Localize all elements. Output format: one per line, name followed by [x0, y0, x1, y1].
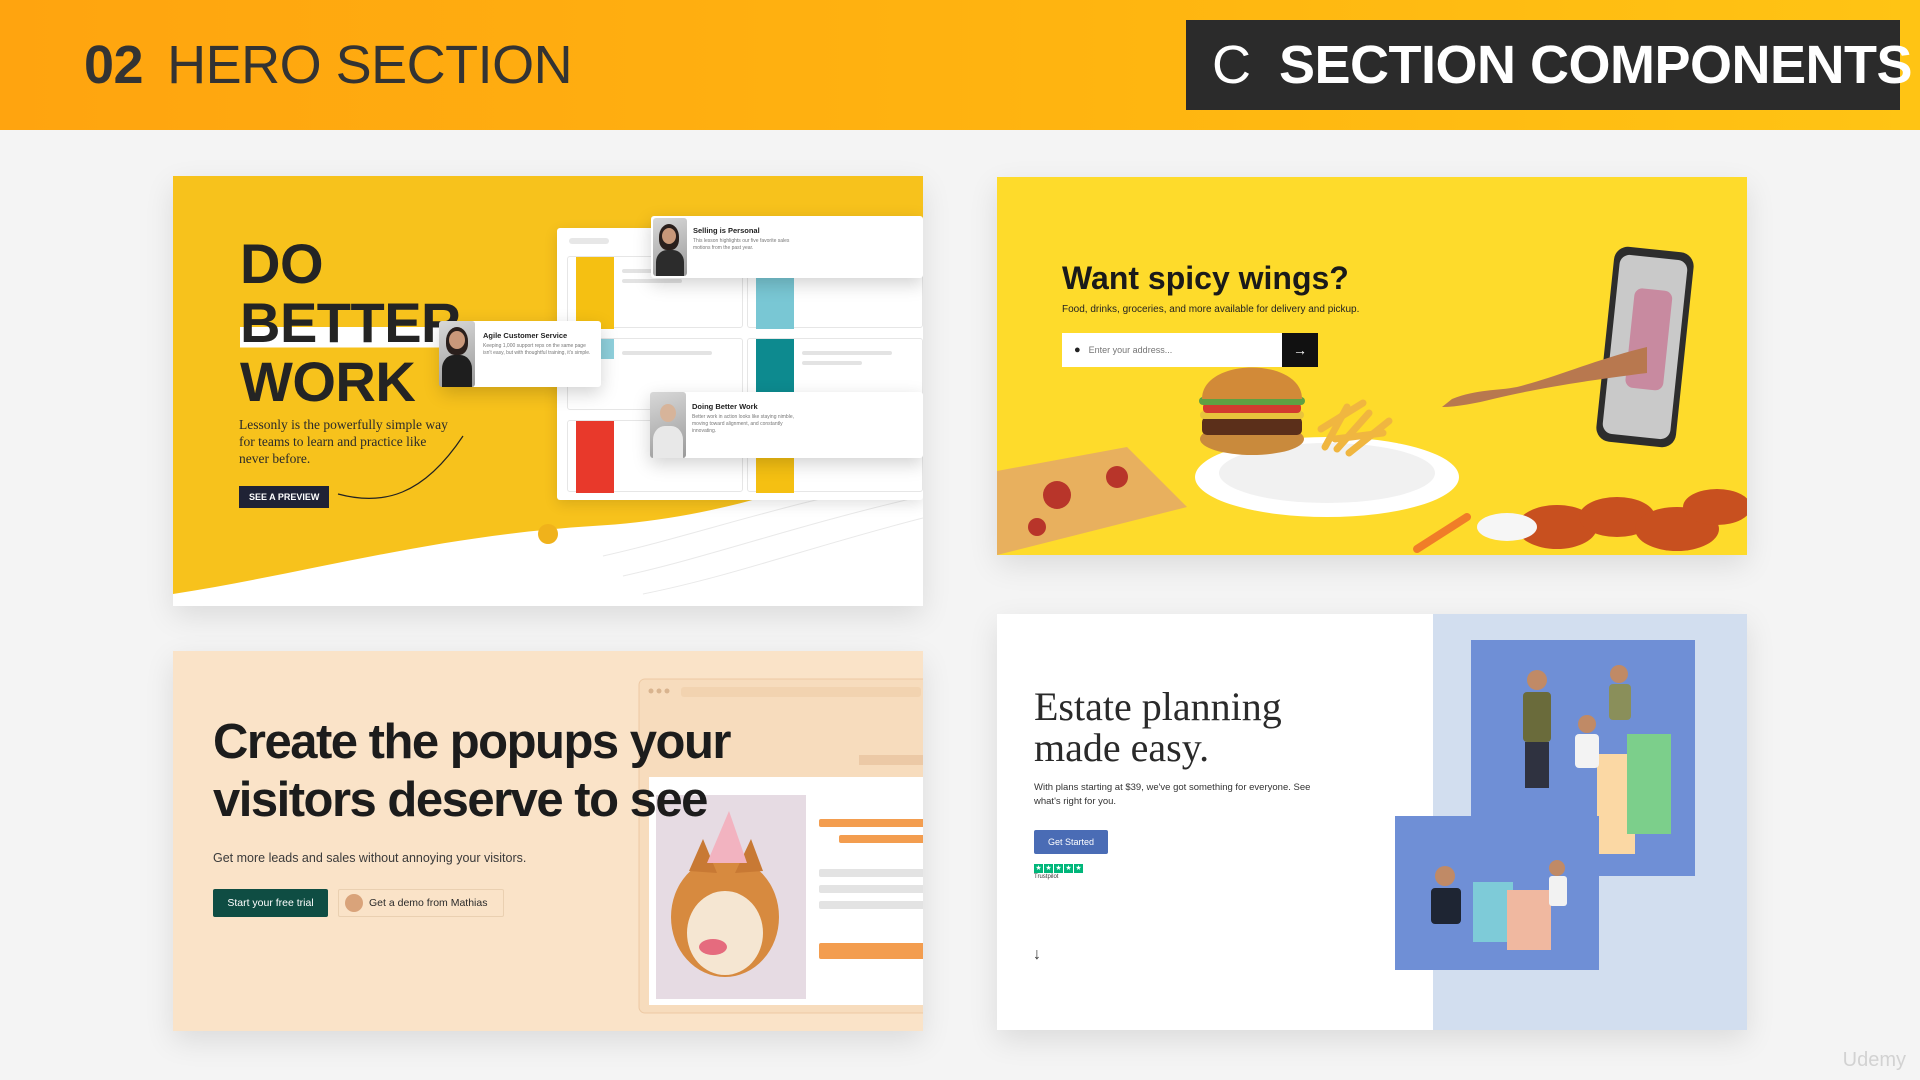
section-components-badge: C SECTION COMPONENTS — [1186, 20, 1913, 110]
see-preview-button[interactable]: SEE A PREVIEW — [239, 486, 330, 508]
hero-example-lessonly: DO BETTER WORK Lessonly is the powerfull… — [173, 176, 923, 606]
section-title: 02 HERO SECTION — [84, 34, 573, 96]
star-icon: ★ — [1064, 864, 1073, 873]
address-submit-button[interactable]: → — [1282, 333, 1318, 367]
headline-line-2: visitors deserve to see — [213, 773, 708, 827]
hero-example-estate-planning: Estate planning made easy. With plans st… — [997, 614, 1747, 1030]
location-pin-icon: ● — [1074, 344, 1081, 356]
check-icon — [538, 524, 558, 544]
burger-graphic — [1199, 367, 1305, 455]
header-bar: 02 HERO SECTION C SECTION COMPONENTS — [0, 0, 1920, 130]
hero-title: Want spicy wings? — [1062, 260, 1349, 296]
person-photo — [650, 392, 686, 458]
person-photo — [439, 321, 475, 387]
udemy-watermark: Udemy — [1842, 1049, 1906, 1071]
headline-line-1: Estate planning — [1034, 684, 1282, 729]
start-free-trial-button[interactable]: Start your free trial — [213, 889, 328, 917]
popup-text: This lesson highlights our five favorite… — [693, 238, 790, 251]
headline: Estate planning made easy. — [1034, 686, 1282, 768]
address-input[interactable] — [1088, 345, 1249, 355]
badge-text: SECTION COMPONENTS — [1279, 35, 1913, 95]
phone-graphic — [1596, 246, 1694, 448]
pizza-graphic — [997, 447, 1187, 555]
popup-title: Agile Customer Service — [483, 331, 568, 340]
popup-title: Selling is Personal — [693, 226, 760, 235]
lesson-popup-selling: Selling is Personal This lesson highligh… — [651, 216, 923, 278]
headline-line-3: WORK — [240, 350, 416, 413]
section-number: 02 — [84, 35, 144, 95]
lesson-popup-doing: Doing Better Work Better work in action … — [650, 392, 923, 458]
badge-letter: C — [1212, 35, 1251, 95]
hero-subtext: Lessonly is the powerfully simple way fo… — [239, 417, 448, 466]
arrow-down-icon[interactable]: ↓ — [1033, 946, 1041, 964]
popup-text: Better work in action looks like staying… — [692, 414, 794, 434]
star-icon: ★ — [1034, 864, 1043, 873]
arrow-right-icon: → — [1293, 342, 1307, 358]
headline-line-2: made easy. — [1034, 725, 1210, 770]
star-icon: ★ — [1044, 864, 1053, 873]
get-demo-label: Get a demo from Mathias — [369, 897, 488, 909]
headline-line-2: BETTER — [240, 291, 462, 354]
lesson-popup-agile: Agile Customer Service Keeping 1,000 sup… — [439, 321, 601, 387]
board-toolbar — [569, 238, 609, 244]
hero-example-doordash: Want spicy wings? Food, drinks, grocerie… — [997, 177, 1747, 555]
get-demo-button[interactable]: Get a demo from Mathias — [338, 889, 504, 917]
avatar — [345, 894, 363, 912]
hero-subtext: Get more leads and sales without annoyin… — [213, 851, 527, 865]
headline-line-1: Create the popups your — [213, 715, 731, 769]
headline: Create the popups your visitors deserve … — [213, 713, 731, 829]
hero-subtext: With plans starting at $39, we've got so… — [1034, 782, 1311, 807]
person-photo — [653, 218, 687, 276]
headline-line-1: DO — [240, 232, 324, 295]
hero-subtitle: Food, drinks, groceries, and more availa… — [1062, 304, 1360, 315]
get-started-button[interactable]: Get Started — [1034, 830, 1108, 854]
hero-example-popups: Create the popups your visitors deserve … — [173, 651, 923, 1031]
trustpilot-label: Trustpilot — [1034, 874, 1059, 880]
star-icon: ★ — [1074, 864, 1083, 873]
popup-mockup-graphic — [638, 678, 923, 1014]
headline: DO BETTER WORK — [240, 232, 462, 413]
section-name: HERO SECTION — [167, 35, 573, 95]
popup-text: Keeping 1,000 support reps on the same p… — [483, 343, 591, 356]
address-field[interactable]: ● — [1062, 333, 1282, 367]
star-icon: ★ — [1054, 864, 1063, 873]
popup-title: Doing Better Work — [692, 402, 758, 411]
trustpilot-stars: ★ ★ ★ ★ ★ — [1034, 864, 1083, 873]
family-photos — [1395, 640, 1695, 970]
wings-graphic — [1517, 489, 1747, 551]
